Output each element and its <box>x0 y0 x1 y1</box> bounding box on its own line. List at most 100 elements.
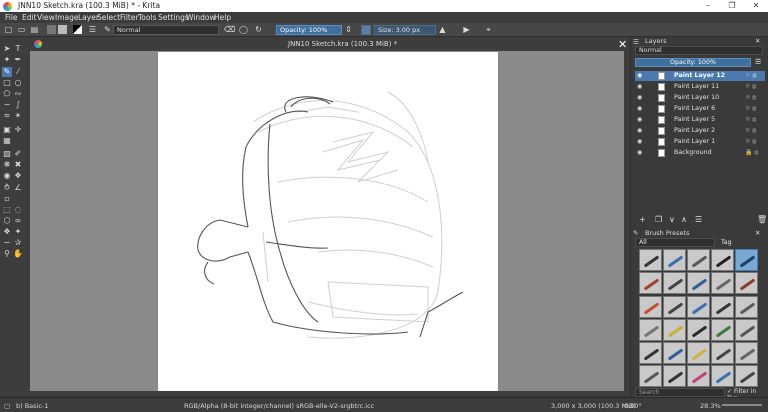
menu-layer[interactable]: Layer <box>78 13 99 22</box>
layer-row[interactable]: ◉ Background 🔒 ⦻ <box>635 148 765 158</box>
bezier-select-tool-icon[interactable]: ∽ <box>2 238 12 248</box>
similar-select-tool-icon[interactable]: ✦ <box>13 227 23 237</box>
brush-preset-tile[interactable] <box>735 295 758 318</box>
fill-tool-icon[interactable]: ◉ <box>2 171 12 181</box>
calligraphy-tool-icon[interactable]: ✒ <box>13 55 23 65</box>
visibility-icon[interactable]: ◉ <box>637 148 645 158</box>
fg-bg-color-icon[interactable] <box>73 25 82 34</box>
visibility-icon[interactable]: ◉ <box>637 115 645 125</box>
mirror-vertical-icon[interactable]: ▶ <box>462 25 471 34</box>
reload-preset-icon[interactable]: ↻ <box>254 25 263 34</box>
brush-preset-tile[interactable] <box>735 342 758 365</box>
brush-preset-tile[interactable] <box>639 272 662 295</box>
visibility-icon[interactable]: ◉ <box>637 71 645 81</box>
menu-filter[interactable]: Filter <box>120 13 139 22</box>
brush-settings-icon[interactable]: ☰ <box>88 25 97 34</box>
layer-row[interactable]: ◉ Paint Layer 1 ☼ ⦻ <box>635 137 765 147</box>
color-picker-tool-icon[interactable]: ✐ <box>13 149 23 159</box>
multibrush-tool-icon[interactable]: ✴ <box>13 111 23 121</box>
wrap-around-icon[interactable]: ⌖ <box>484 25 493 34</box>
brush-preset-tile[interactable] <box>711 365 734 388</box>
magnetic-select-tool-icon[interactable]: ✰ <box>13 238 23 248</box>
layer-opacity-slider[interactable]: Opacity: 100% <box>635 58 751 67</box>
menu-select[interactable]: Select <box>97 13 120 22</box>
opacity-stepper-icon[interactable]: ⇕ <box>344 25 353 34</box>
color-space-label[interactable]: RGB/Alpha (8-bit integer/channel) sRGB-e… <box>184 402 374 410</box>
text-tool-icon[interactable]: T <box>13 44 23 54</box>
transform-tool-icon[interactable]: ▦ <box>2 136 12 146</box>
edit-shapes-tool-icon[interactable]: ✦ <box>2 55 12 65</box>
zoom-readout[interactable]: 28.3% <box>700 402 721 410</box>
brush-preset-tile[interactable] <box>663 342 686 365</box>
freehand-path-tool-icon[interactable]: ∫ <box>13 100 23 110</box>
brush-preset-tile[interactable] <box>687 249 710 271</box>
menu-settings[interactable]: Settings <box>158 13 189 22</box>
brush-preset-tile[interactable] <box>639 295 662 318</box>
close-layers-panel-icon[interactable]: ✕ <box>755 37 760 45</box>
assistant-tool-icon[interactable]: ⥁ <box>2 183 12 193</box>
flow-swatch[interactable] <box>361 25 371 35</box>
canvas-paper[interactable] <box>158 52 498 391</box>
layer-row[interactable]: ◉ Paint Layer 11 ☼ ⦻ <box>635 82 765 92</box>
preset-filter-select[interactable]: All <box>635 238 715 247</box>
menu-tools[interactable]: Tools <box>138 13 156 22</box>
brush-preset-tile[interactable] <box>711 295 734 318</box>
enclose-fill-tool-icon[interactable]: ❖ <box>13 171 23 181</box>
minimize-button[interactable]: – <box>696 0 720 12</box>
blend-mode-select[interactable]: Normal <box>113 25 219 35</box>
menu-window[interactable]: Window <box>186 13 216 22</box>
ellipse-tool-icon[interactable]: ○ <box>13 78 23 88</box>
add-layer-icon[interactable]: + <box>639 215 646 224</box>
menu-help[interactable]: Help <box>214 13 231 22</box>
brush-preset-tile[interactable] <box>735 249 758 271</box>
line-tool-icon[interactable]: ⁄ <box>13 67 23 77</box>
zoom-slider[interactable] <box>722 404 762 406</box>
preset-search-input[interactable]: Search <box>635 388 725 397</box>
brush-preset-tile[interactable] <box>687 272 710 295</box>
layer-flags-icon[interactable]: ☼ ⦻ <box>745 115 756 125</box>
brush-preset-icon[interactable]: ✎ <box>103 25 112 34</box>
visibility-icon[interactable]: ◉ <box>637 93 645 103</box>
close-window-button[interactable]: ✕ <box>744 0 768 12</box>
menu-file[interactable]: File <box>5 13 18 22</box>
brush-size-slider[interactable]: Size: 3.00 px <box>374 25 436 35</box>
brush-preset-tile[interactable] <box>687 295 710 318</box>
delete-layer-icon[interactable]: 🗑 <box>757 215 767 224</box>
polygon-select-tool-icon[interactable]: ⬡ <box>2 216 12 226</box>
measure-tool-icon[interactable]: ∠ <box>13 183 23 193</box>
duplicate-layer-icon[interactable]: ❐ <box>655 215 662 224</box>
reference-images-tool-icon[interactable]: ▫ <box>2 194 12 204</box>
layer-flags-icon[interactable]: ☼ ⦻ <box>745 93 756 103</box>
brush-preset-tile[interactable] <box>711 342 734 365</box>
brush-preset-tile[interactable] <box>663 272 686 295</box>
brush-preset-tile[interactable] <box>639 249 662 271</box>
layer-flags-icon[interactable]: ☼ ⦻ <box>745 71 756 81</box>
menu-view[interactable]: View <box>37 13 55 22</box>
move-layer-down-icon[interactable]: ∨ <box>669 215 675 224</box>
maximize-button[interactable]: ❐ <box>720 0 744 12</box>
brush-preset-tile[interactable] <box>735 365 758 388</box>
pan-tool-icon[interactable]: ✋ <box>13 249 23 259</box>
layer-blend-mode-select[interactable]: Normal <box>635 46 763 55</box>
rect-select-tool-icon[interactable]: ⬚ <box>2 205 12 215</box>
new-document-icon[interactable]: □ <box>4 25 13 34</box>
colorize-mask-tool-icon[interactable]: ❋ <box>2 160 12 170</box>
visibility-icon[interactable]: ◉ <box>637 137 645 147</box>
layer-flags-icon[interactable]: ☼ ⦻ <box>745 137 756 147</box>
layer-options-icon[interactable]: ☰ <box>755 58 761 66</box>
visibility-icon[interactable]: ◉ <box>637 104 645 114</box>
menu-edit[interactable]: Edit <box>22 13 37 22</box>
polyline-tool-icon[interactable]: ∾ <box>13 89 23 99</box>
brush-preset-tile[interactable] <box>711 249 734 271</box>
brush-preset-tile[interactable] <box>663 295 686 318</box>
visibility-icon[interactable]: ◉ <box>637 82 645 92</box>
brush-preset-tile[interactable] <box>663 318 686 341</box>
brush-preset-tile[interactable] <box>711 272 734 295</box>
layer-row[interactable]: ◉ Paint Layer 5 ☼ ⦻ <box>635 115 765 125</box>
brush-preset-tile[interactable] <box>735 318 758 341</box>
move-tool-icon[interactable]: ✛ <box>13 125 23 135</box>
save-document-icon[interactable]: ▤ <box>30 25 39 34</box>
dynamic-brush-tool-icon[interactable]: ≈ <box>2 111 12 121</box>
layer-properties-icon[interactable]: ☰ <box>695 215 702 224</box>
rectangle-tool-icon[interactable]: □ <box>2 78 12 88</box>
